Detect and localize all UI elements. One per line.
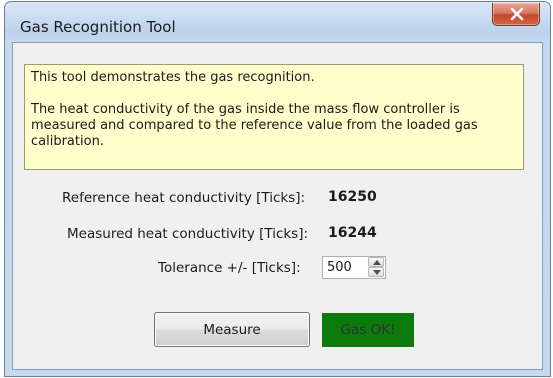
- window-title: Gas Recognition Tool: [20, 18, 176, 36]
- stepper-down-button[interactable]: [368, 267, 384, 277]
- close-icon: [510, 7, 524, 21]
- info-panel: This tool demonstrates the gas recogniti…: [24, 64, 524, 170]
- close-button[interactable]: [492, 3, 540, 26]
- measured-label: Measured heat conductivity [Ticks]:: [67, 226, 309, 242]
- info-line-intro: This tool demonstrates the gas recogniti…: [31, 70, 315, 85]
- title-bar[interactable]: Gas Recognition Tool: [5, 2, 550, 42]
- tolerance-label: Tolerance +/- [Ticks]:: [158, 260, 301, 276]
- stepper-up-button[interactable]: [368, 257, 384, 267]
- arrow-up-icon: [373, 260, 381, 265]
- measured-value: 16244: [328, 225, 377, 241]
- tolerance-input[interactable]: [323, 257, 367, 278]
- reference-value: 16250: [328, 189, 377, 205]
- tolerance-stepper[interactable]: [322, 256, 386, 279]
- arrow-down-icon: [373, 270, 381, 275]
- info-line-description: The heat conductivity of the gas inside …: [31, 102, 478, 149]
- measure-button[interactable]: Measure: [154, 312, 310, 347]
- reference-label: Reference heat conductivity [Ticks]:: [62, 190, 306, 206]
- status-indicator: Gas OK!: [322, 313, 414, 347]
